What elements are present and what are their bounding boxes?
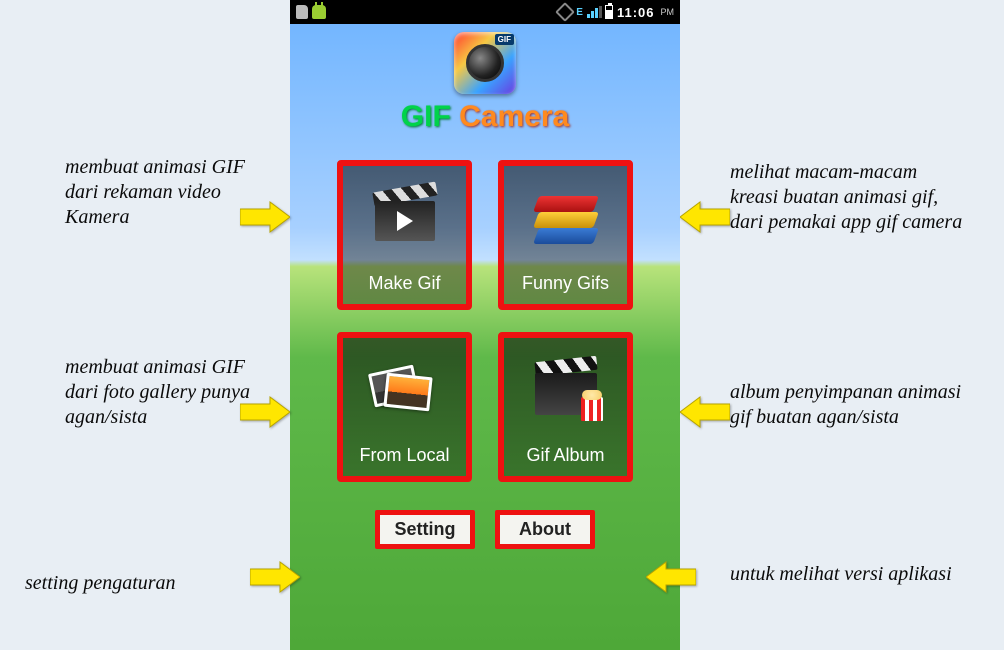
app-logo-icon: GIF [454, 32, 516, 94]
app-title-gif: GIF [401, 100, 451, 133]
ribbons-icon [536, 166, 596, 273]
tile-funny-gifs-label: Funny Gifs [522, 273, 609, 294]
tile-from-local[interactable]: From Local [337, 332, 472, 482]
arrow-right-icon [680, 200, 730, 234]
about-button-label: About [519, 519, 571, 539]
rotate-icon [555, 2, 575, 22]
annotation-about: untuk melihat versi aplikasi [730, 562, 970, 587]
arrow-left-icon [240, 200, 290, 234]
bottom-bar: Setting About [375, 510, 595, 549]
tile-funny-gifs[interactable]: Funny Gifs [498, 160, 633, 310]
annotation-gif-album: album penyimpanan animasi gif buatan aga… [730, 380, 970, 430]
arrow-right-icon [646, 560, 696, 594]
annotation-from-local: membuat animasi GIF dari foto gallery pu… [65, 355, 265, 430]
battery-icon [605, 5, 613, 19]
about-button[interactable]: About [495, 510, 595, 549]
android-icon [312, 5, 326, 19]
annotation-funny-gifs: melihat macam-macam kreasi buatan animas… [730, 160, 970, 235]
tile-grid: Make Gif Funny Gifs From Local Gif Album [337, 160, 633, 482]
photos-icon [375, 338, 435, 445]
app-logo-badge: GIF [495, 34, 514, 45]
phone-frame: E 11:06 PM GIF GIF Camera Make Gif [290, 0, 680, 650]
tile-gif-album-label: Gif Album [526, 445, 604, 466]
annotation-setting: setting pengaturan [25, 571, 255, 596]
app-title: GIF Camera [401, 100, 569, 134]
network-e-icon: E [576, 7, 583, 18]
setting-button-label: Setting [395, 519, 456, 539]
status-time: 11:06 [617, 5, 655, 20]
arrow-left-icon [240, 395, 290, 429]
app-title-camera: Camera [451, 100, 569, 133]
sdcard-icon [296, 5, 308, 19]
album-icon [535, 338, 597, 445]
signal-icon [587, 6, 601, 18]
clapper-play-icon [375, 166, 435, 273]
phone-body: GIF GIF Camera Make Gif Funny Gifs [290, 24, 680, 650]
tile-from-local-label: From Local [359, 445, 449, 466]
setting-button[interactable]: Setting [375, 510, 475, 549]
tile-make-gif-label: Make Gif [368, 273, 440, 294]
status-bar: E 11:06 PM [290, 0, 680, 24]
annotation-make-gif: membuat animasi GIF dari rekaman video K… [65, 155, 265, 230]
arrow-left-icon [250, 560, 300, 594]
status-ampm: PM [661, 7, 675, 17]
tile-gif-album[interactable]: Gif Album [498, 332, 633, 482]
arrow-right-icon [680, 395, 730, 429]
tile-make-gif[interactable]: Make Gif [337, 160, 472, 310]
